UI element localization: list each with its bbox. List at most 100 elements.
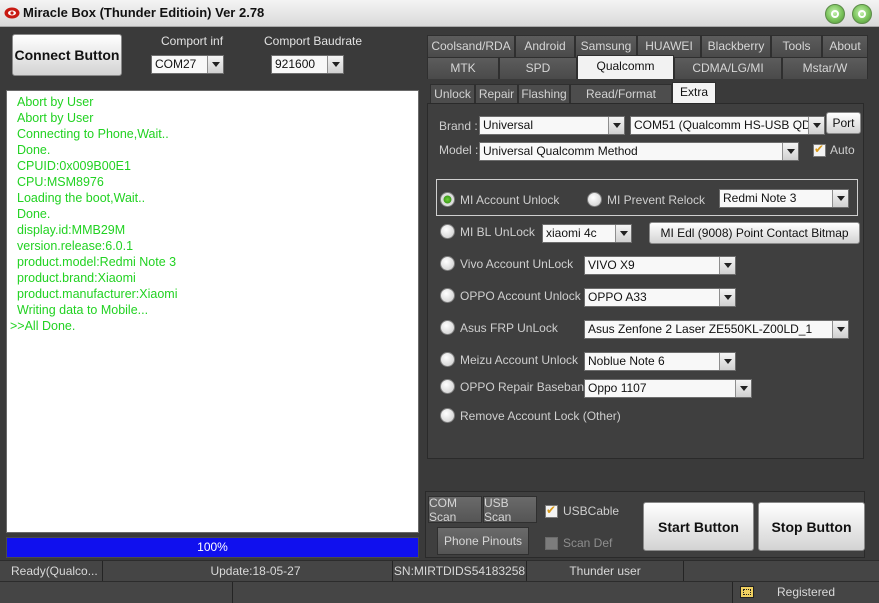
model-label: Model : — [439, 143, 479, 157]
vivo-value: VIVO X9 — [588, 258, 635, 272]
log-line: product.model:Redmi Note 3 — [17, 255, 177, 269]
log-line: Loading the boot,Wait.. — [17, 191, 146, 205]
baudrate-value: 921600 — [275, 57, 316, 71]
mi-account-unlock-label: MI Account Unlock — [460, 193, 560, 207]
meizu-value: Noblue Note 6 — [588, 354, 665, 368]
tab-spd[interactable]: SPD — [499, 57, 577, 79]
tab-qualcomm[interactable]: Qualcomm — [577, 55, 674, 79]
minimize-icon[interactable] — [825, 4, 845, 24]
log-line: CPUID:0x009B00E1 — [17, 159, 131, 173]
meizu-unlock-radio[interactable] — [440, 352, 455, 367]
baudrate-select[interactable]: 921600 — [271, 55, 344, 74]
asus-value: Asus Zenfone 2 Laser ZE550KL-Z00LD_1 — [588, 322, 813, 336]
mi-device-select[interactable]: Redmi Note 3 — [719, 189, 849, 208]
chevron-down-icon — [719, 289, 735, 306]
connection-panel: Connect Button Comport inf COM27 Comport… — [4, 29, 421, 86]
chevron-down-icon — [207, 56, 223, 73]
mi-bl-select[interactable]: xiaomi 4c — [542, 224, 632, 243]
progress-bar: 100% — [6, 537, 419, 558]
brand-value: Universal — [483, 118, 534, 132]
auto-checkbox[interactable] — [813, 142, 826, 157]
asus-select[interactable]: Asus Zenfone 2 Laser ZE550KL-Z00LD_1 — [584, 320, 849, 339]
subtab-read-format-flash[interactable]: Read/Format Flash — [570, 84, 672, 119]
brand-select[interactable]: Universal — [479, 116, 625, 135]
log-line: Abort by User — [17, 95, 94, 109]
model-select[interactable]: Universal Qualcomm Method — [479, 142, 799, 161]
connect-button[interactable]: Connect Button — [12, 34, 122, 76]
phone-pinouts-button[interactable]: Phone Pinouts — [437, 527, 529, 555]
chevron-down-icon — [719, 257, 735, 274]
scan-def-checkbox[interactable] — [545, 537, 558, 550]
chevron-down-icon — [832, 321, 848, 338]
mi-edl-button[interactable]: MI Edl (9008) Point Contact Bitmap — [649, 222, 860, 244]
tab-blackberry[interactable]: Blackberry — [701, 35, 771, 57]
vivo-unlock-radio[interactable] — [440, 256, 455, 271]
log-line: display.id:MMB29M — [17, 223, 126, 237]
log-line: CPU:MSM8976 — [17, 175, 104, 189]
start-button[interactable]: Start Button — [643, 502, 754, 551]
log-output[interactable]: Abort by User Abort by User Connecting to … — [6, 90, 419, 533]
mi-prevent-relock-radio[interactable] — [587, 192, 602, 207]
status-user: Thunder user — [527, 561, 684, 582]
registered-label: Registered — [777, 585, 836, 599]
oppo-unlock-radio[interactable] — [440, 288, 455, 303]
oppo-repair-radio[interactable] — [440, 379, 455, 394]
subtab-unlock[interactable]: Unlock — [430, 84, 475, 103]
tab-samsung[interactable]: Samsung — [575, 35, 637, 57]
tab-coolsand-rda[interactable]: Coolsand/RDA — [427, 35, 515, 57]
usb-scan-button[interactable]: USB Scan — [483, 496, 537, 524]
oppo-repair-value: Oppo 1107 — [588, 381, 647, 395]
log-line: >>All Done. — [10, 319, 76, 333]
port-select[interactable]: COM51 (Qualcomm HS-USB QDLoa — [630, 116, 825, 135]
log-line: Done. — [17, 143, 51, 157]
chevron-down-icon — [735, 380, 751, 397]
chevron-down-icon — [832, 190, 848, 207]
keypad-icon — [740, 586, 754, 598]
oppo-select[interactable]: OPPO A33 — [584, 288, 736, 307]
chevron-down-icon — [608, 117, 624, 134]
tab-cdma-lg-mi[interactable]: CDMA/LG/MI — [674, 57, 782, 79]
com-scan-button[interactable]: COM Scan — [428, 496, 482, 524]
tab-mstar-w[interactable]: Mstar/W — [782, 57, 868, 79]
oppo-repair-select[interactable]: Oppo 1107 — [584, 379, 752, 398]
oppo-repair-label: OPPO Repair Baseband — [460, 380, 591, 394]
port-button[interactable]: Port — [826, 112, 861, 134]
mi-bl-unlock-label: MI BL UnLock — [460, 225, 535, 239]
tab-mtk[interactable]: MTK — [427, 57, 499, 79]
status-serial: SN:MIRTDIDS54183258 — [393, 561, 527, 582]
meizu-select[interactable]: Noblue Note 6 — [584, 352, 736, 371]
subtab-flashing[interactable]: Flashing — [518, 84, 570, 103]
oppo-value: OPPO A33 — [588, 290, 647, 304]
status-ready: Ready(Qualco... — [0, 561, 103, 582]
close-icon[interactable] — [852, 4, 872, 24]
chevron-down-icon — [782, 143, 798, 160]
tab-about[interactable]: About — [822, 35, 868, 57]
meizu-unlock-label: Meizu Account Unlock — [460, 353, 579, 367]
chevron-down-icon — [327, 56, 343, 73]
mi-bl-unlock-radio[interactable] — [440, 224, 455, 239]
chevron-down-icon — [615, 225, 631, 242]
tab-huawei[interactable]: HUAWEI — [637, 35, 701, 57]
mi-account-unlock-radio[interactable] — [440, 192, 455, 207]
chevron-down-icon — [719, 353, 735, 370]
vivo-unlock-label: Vivo Account UnLock — [460, 257, 574, 271]
log-line: product.brand:Xiaomi — [17, 271, 136, 285]
usb-cable-checkbox[interactable] — [545, 503, 558, 518]
brand-label: Brand : — [439, 119, 478, 133]
tab-tools[interactable]: Tools — [771, 35, 822, 57]
status-cell-empty-1 — [0, 582, 233, 603]
asus-frp-radio[interactable] — [440, 320, 455, 335]
remove-lock-radio[interactable] — [440, 408, 455, 423]
comport-select[interactable]: COM27 — [151, 55, 224, 74]
vivo-select[interactable]: VIVO X9 — [584, 256, 736, 275]
mi-bl-value: xiaomi 4c — [546, 226, 597, 240]
subtab-repair[interactable]: Repair — [475, 84, 518, 103]
scan-def-label: Scan Def — [563, 536, 613, 550]
chevron-down-icon — [808, 117, 824, 134]
tab-android[interactable]: Android — [515, 35, 575, 57]
status-update: Update:18-05-27 — [103, 561, 393, 582]
subtab-extra[interactable]: Extra — [672, 82, 716, 103]
log-line: Abort by User — [17, 111, 94, 125]
stop-button[interactable]: Stop Button — [758, 502, 865, 551]
remove-lock-label: Remove Account Lock (Other) — [460, 409, 621, 423]
